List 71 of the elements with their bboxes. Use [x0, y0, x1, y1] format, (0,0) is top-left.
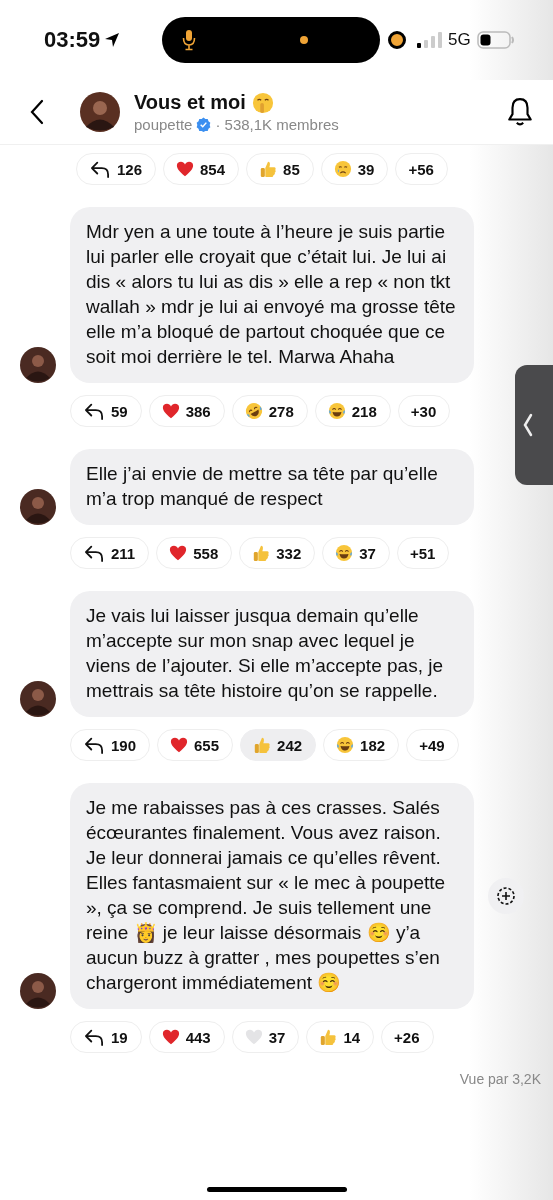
laughing-face-icon [244, 402, 263, 420]
channel-author: poupette [134, 116, 193, 133]
battery-icon [476, 31, 515, 49]
channel-title: Vous et moi [134, 91, 246, 114]
message-bubble: Je me rabaisses pas à ces crasses. Salés écœurantes finalement. Vous avez raison. Je leur donnerai jamais ce qu’elles rêvent. Elles fantasmaient sur « le mec à poupette », ça se comprend. Je suis tellement une reine 👸 je leur laisse désormais ☺ y’a aucun buzz à gratter , mes poupettes s’en chargeront immédiatement ☺ [70, 783, 474, 1009]
reaction-button[interactable]: 386 [148, 395, 225, 427]
more-reactions-button[interactable]: +30 [397, 395, 451, 427]
reaction-button[interactable]: 182 [323, 729, 400, 761]
reply-count-button[interactable]: 126 [76, 153, 157, 185]
view-count: Vue par 3,2K [459, 1071, 541, 1087]
reaction-button[interactable]: 443 [148, 1021, 225, 1053]
recording-indicator-icon [388, 31, 406, 49]
more-reactions-button[interactable]: +49 [406, 729, 459, 761]
reply-arrow-icon [83, 736, 105, 754]
laughing-face-icon [336, 736, 355, 754]
member-count: · 538,1K membres [215, 116, 339, 133]
thumbs-up-icon [252, 544, 271, 562]
reply-count-button[interactable]: 59 [70, 395, 142, 427]
reaction-button[interactable]: 242 [240, 729, 317, 761]
reply-arrow-icon [83, 402, 105, 420]
status-time: 03:59 [44, 27, 101, 53]
more-reactions-button[interactable]: +56 [395, 153, 448, 185]
network-label: 5G [448, 30, 471, 50]
more-reactions-button[interactable]: +51 [396, 537, 450, 569]
channel-avatar-icon [80, 92, 120, 132]
heart-icon [161, 402, 180, 420]
heart-icon [170, 736, 189, 754]
reaction-button[interactable]: 39 [320, 153, 389, 185]
reaction-button[interactable]: 278 [231, 395, 308, 427]
reply-arrow-icon [83, 1028, 105, 1046]
message-bubble: Je vais lui laisser jusqua demain qu’elle m’accepte sur mon snap avec lequel je viens de l’ajouter. Si elle m’accepte pas, je mettrais sa tête histoire qu’on se rappelle. [70, 591, 474, 717]
reaction-button[interactable]: 218 [314, 395, 391, 427]
heart-icon [161, 1028, 180, 1046]
thumbs-up-icon [259, 160, 278, 178]
plus-circle-icon [496, 886, 516, 906]
location-arrow-icon [104, 32, 121, 48]
shushing-face-icon [251, 91, 274, 114]
heart-icon [169, 544, 188, 562]
recording-dot-icon [300, 36, 308, 44]
reaction-button[interactable]: 332 [239, 537, 316, 569]
message-bubble: Mdr yen a une toute à l’heure je suis partie lui parler elle croyait que c’était lui. Je lui ai dis « alors tu lui as dis » elle a rep « non tkt wallah » mdr je lui ai envoyé ma grosse tête elle m’a bloqué de partout choquée que ce soit moi derrière le tel. Marwa Ahaha [70, 207, 474, 383]
reply-count-button[interactable]: 19 [70, 1021, 142, 1053]
avatar-icon [20, 973, 56, 1009]
thumbs-up-icon [253, 736, 272, 754]
avatar-icon [20, 489, 56, 525]
reaction-button[interactable]: 854 [163, 153, 240, 185]
reaction-button[interactable]: 655 [157, 729, 234, 761]
reply-count-button[interactable]: 190 [70, 729, 151, 761]
avatar-icon [20, 347, 56, 383]
back-button[interactable] [30, 99, 44, 125]
laughing-face-icon [327, 402, 346, 420]
reaction-button[interactable]: 14 [306, 1021, 375, 1053]
reply-count-button[interactable]: 211 [70, 537, 150, 569]
more-reactions-button[interactable]: +26 [381, 1021, 434, 1053]
avatar-icon [20, 681, 56, 717]
reply-arrow-icon [83, 544, 105, 562]
message-bubble: Elle j’ai envie de mettre sa tête par qu’elle m’a trop manqué de respect [70, 449, 474, 525]
reaction-button[interactable]: 37 [322, 537, 390, 569]
laughing-face-icon [335, 544, 354, 562]
notification-bell-button[interactable] [507, 97, 533, 127]
heart-icon [176, 160, 195, 178]
reaction-button[interactable]: 85 [246, 153, 314, 185]
heart-icon [244, 1028, 263, 1046]
crying-face-icon [333, 160, 352, 178]
reply-arrow-icon [89, 160, 111, 178]
signal-icon [416, 32, 442, 48]
thumbs-up-icon [319, 1028, 338, 1046]
reaction-button[interactable]: 558 [156, 537, 233, 569]
reaction-button[interactable]: 37 [231, 1021, 300, 1053]
side-panel-handle[interactable] [515, 365, 553, 485]
microphone-icon [182, 29, 196, 51]
